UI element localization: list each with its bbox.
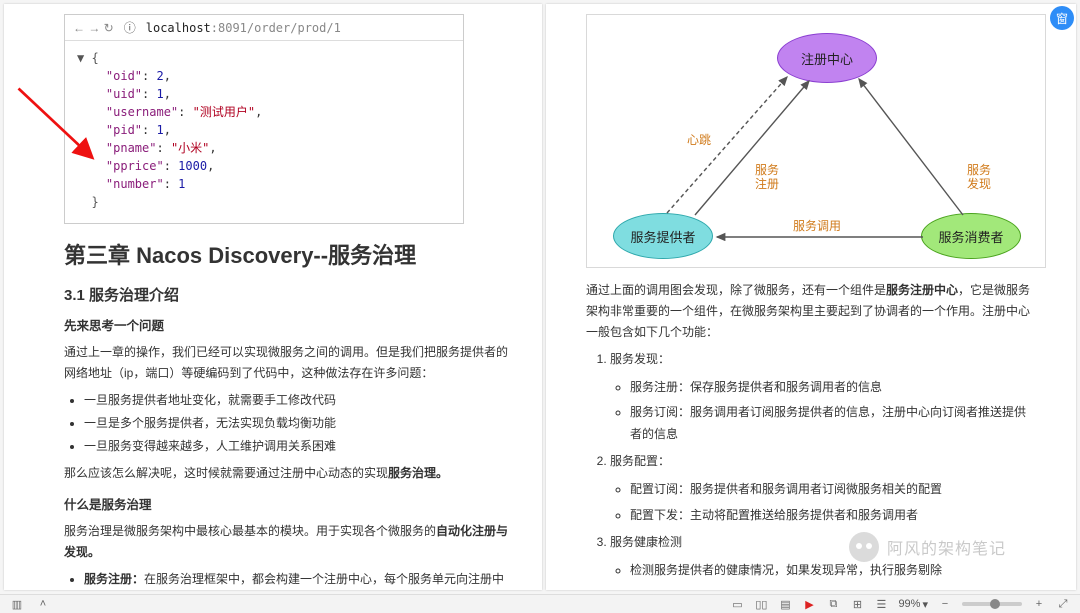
section-title: 3.1 服务治理介绍 bbox=[64, 284, 514, 305]
bottom-toolbar: ▥ ˄ ▭ ▯▯ ▤ ▶ ⧉ ⊞ ☰ 99% ▾ − + ⤢ bbox=[0, 594, 1080, 613]
problem-list: 一旦服务提供者地址变化，就需要手工修改代码 一旦是多个服务提供者，无法实现负载均… bbox=[84, 390, 514, 457]
layout-a-icon[interactable]: ⧉ bbox=[826, 597, 840, 611]
page-left: ← → ↻ ⓘ localhost:8091/order/prod/1 ▼ { … bbox=[4, 4, 542, 590]
list-item: 服务注册：保存服务提供者和服务调用者的信息 bbox=[630, 377, 1036, 399]
page-right: 注册中心 服务提供者 服务消费者 心跳 服务 注册 服务 发现 服务调用 通过上… bbox=[546, 4, 1076, 590]
list-item: 服务注册：在服务治理框架中，都会构建一个注册中心，每个服务单元向注册中心登记自己… bbox=[84, 569, 514, 590]
what-is-heading: 什么是服务治理 bbox=[64, 494, 514, 513]
chevron-down-icon[interactable]: ▾ bbox=[922, 598, 928, 611]
floating-badge[interactable]: 窗 bbox=[1050, 6, 1074, 30]
fullscreen-icon[interactable]: ⤢ bbox=[1056, 597, 1070, 611]
list-item: 一旦服务变得越来越多，人工维护调用关系困难 bbox=[84, 436, 514, 457]
zoom-value: 99% bbox=[898, 598, 920, 610]
zoom-out-icon[interactable]: − bbox=[938, 597, 952, 611]
page-view-icon[interactable]: ▭ bbox=[730, 597, 744, 611]
list-item: 一旦服务提供者地址变化，就需要手工修改代码 bbox=[84, 390, 514, 411]
json-response: ▼ { "oid": 2, "uid": 1, "username": "测试用… bbox=[65, 41, 463, 223]
what-is-body: 服务治理是微服务架构中最核心最基本的模块。用于实现各个微服务的自动化注册与发现。 bbox=[64, 521, 514, 563]
zoom-control[interactable]: 99% ▾ bbox=[898, 598, 928, 611]
zoom-slider[interactable] bbox=[962, 602, 1022, 606]
architecture-diagram: 注册中心 服务提供者 服务消费者 心跳 服务 注册 服务 发现 服务调用 bbox=[586, 14, 1046, 268]
two-page-icon[interactable]: ▯▯ bbox=[754, 597, 768, 611]
list-item: 配置下发：主动将配置推送给服务提供者和服务调用者 bbox=[630, 505, 1036, 527]
chapter-title: 第三章 Nacos Discovery--服务治理 bbox=[64, 238, 514, 270]
layout-c-icon[interactable]: ☰ bbox=[874, 597, 888, 611]
list-item: 服务发现： 服务注册：保存服务提供者和服务调用者的信息 服务订阅：服务调用者订阅… bbox=[610, 349, 1036, 445]
left-content: 第三章 Nacos Discovery--服务治理 3.1 服务治理介绍 先来思… bbox=[64, 238, 514, 590]
info-icon: ⓘ bbox=[124, 19, 136, 36]
book-view-icon[interactable]: ▤ bbox=[778, 597, 792, 611]
list-item: 检测服务提供者的健康情况，如果发现异常，执行服务剔除 bbox=[630, 560, 1036, 582]
label-discover: 服务 发现 bbox=[967, 163, 991, 192]
list-item: 服务配置： 配置订阅：服务提供者和服务调用者订阅微服务相关的配置 配置下发：主动… bbox=[610, 451, 1036, 526]
url-text: localhost:8091/order/prod/1 bbox=[146, 21, 341, 35]
watermark-text: 阿风的架构笔记 bbox=[887, 535, 1006, 559]
label-call: 服务调用 bbox=[793, 219, 841, 233]
watermark-logo-icon bbox=[849, 532, 879, 562]
right-intro: 通过上面的调用图会发现，除了微服务，还有一个组件是服务注册中心，它是微服务架构非… bbox=[586, 280, 1036, 343]
question-body: 通过上一章的操作，我们已经可以实现微服务之间的调用。但是我们把服务提供者的网络地… bbox=[64, 342, 514, 384]
label-register: 服务 注册 bbox=[755, 163, 779, 192]
watermark: 阿风的架构笔记 bbox=[849, 532, 1006, 562]
list-item: 服务订阅：服务调用者订阅服务提供者的信息，注册中心向订阅者推送提供者的信息 bbox=[630, 402, 1036, 445]
zoom-in-icon[interactable]: + bbox=[1032, 597, 1046, 611]
address-bar: ← → ↻ ⓘ localhost:8091/order/prod/1 bbox=[65, 15, 463, 41]
list-item: 配置订阅：服务提供者和服务调用者订阅微服务相关的配置 bbox=[630, 479, 1036, 501]
browser-mock: ← → ↻ ⓘ localhost:8091/order/prod/1 ▼ { … bbox=[64, 14, 464, 224]
layout-b-icon[interactable]: ⊞ bbox=[850, 597, 864, 611]
nav-arrows-icon: ← → ↻ bbox=[73, 21, 114, 35]
list-item: 一旦是多个服务提供者，无法实现负载均衡功能 bbox=[84, 413, 514, 434]
sidebar-toggle-icon[interactable]: ▥ bbox=[10, 597, 24, 611]
question-heading: 先来思考一个问题 bbox=[64, 315, 514, 334]
presentation-icon[interactable]: ▶ bbox=[802, 597, 816, 611]
label-heartbeat: 心跳 bbox=[687, 133, 711, 147]
arrow-up-icon[interactable]: ˄ bbox=[36, 597, 50, 611]
question-conclusion: 那么应该怎么解决呢，这时候就需要通过注册中心动态的实现服务治理。 bbox=[64, 463, 514, 484]
concept-list: 服务注册：在服务治理框架中，都会构建一个注册中心，每个服务单元向注册中心登记自己… bbox=[84, 569, 514, 590]
